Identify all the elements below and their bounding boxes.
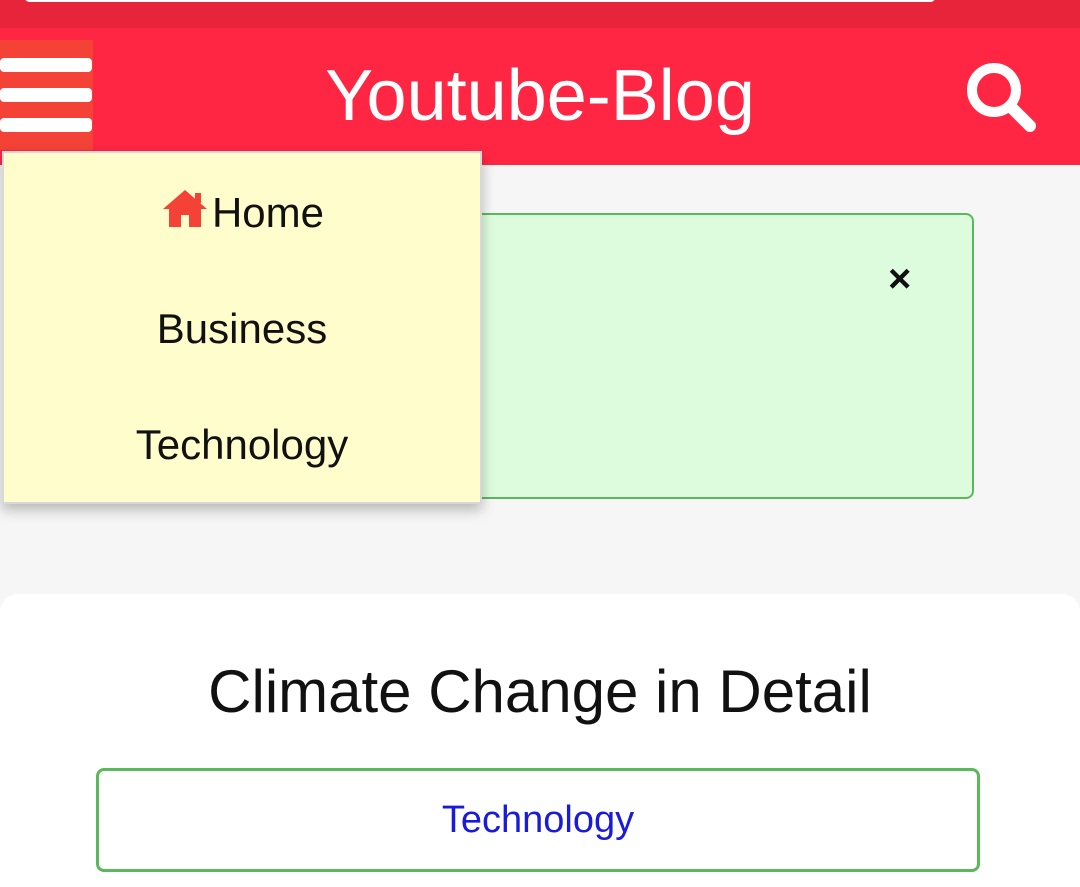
menu-item-label: Technology bbox=[135, 421, 349, 468]
menu-item-technology[interactable]: Technology bbox=[4, 405, 480, 485]
menu-item-business[interactable]: Business bbox=[4, 289, 480, 369]
close-button[interactable]: × bbox=[888, 255, 911, 303]
search-icon bbox=[967, 63, 1036, 132]
notice-box: × bbox=[402, 213, 974, 499]
nav-dropdown-menu: Home Business Technology bbox=[2, 151, 482, 504]
post-title[interactable]: Climate Change in Detail bbox=[0, 656, 1080, 728]
menu-item-label: Home bbox=[211, 189, 325, 236]
menu-item-home[interactable]: Home bbox=[4, 173, 480, 253]
menu-item-label: Business bbox=[156, 305, 328, 352]
address-bar-edge bbox=[24, 0, 936, 2]
site-header: Youtube-Blog bbox=[0, 28, 1080, 165]
site-title[interactable]: Youtube-Blog bbox=[0, 54, 1080, 138]
post-card: Climate Change in Detail Technology bbox=[0, 594, 1080, 887]
search-button[interactable] bbox=[962, 58, 1040, 136]
browser-top-strip bbox=[0, 0, 1080, 28]
home-icon bbox=[162, 190, 207, 227]
category-tag[interactable]: Technology bbox=[96, 768, 980, 872]
